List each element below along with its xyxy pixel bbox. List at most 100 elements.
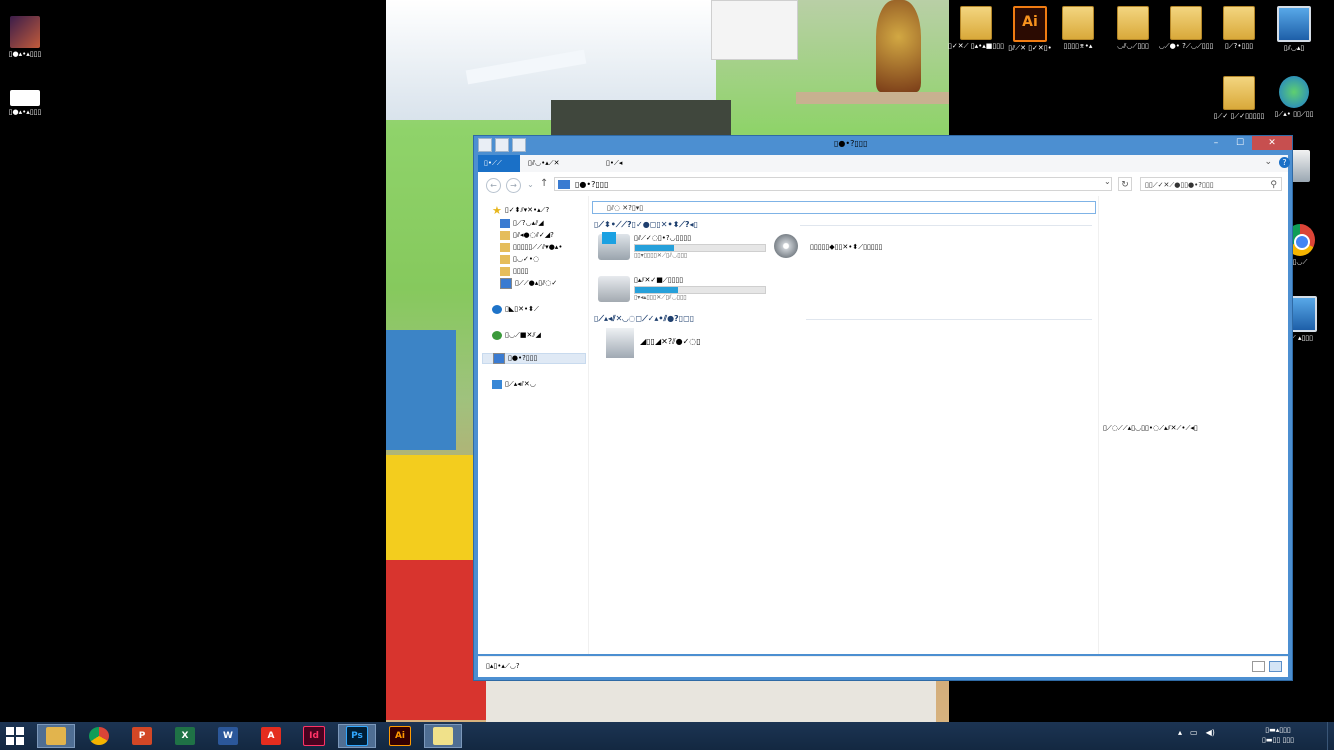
info-bar-text: ▯⫽◌ ✕?▯▾▯	[607, 204, 644, 212]
taskbar-indesign[interactable]: Id	[295, 724, 333, 748]
quick-access-toolbar	[478, 138, 526, 152]
desktop-icon-this-pc[interactable]: ▯⫽◡▴▯	[1264, 6, 1324, 53]
drive-c[interactable]: ▯⫽⟋✓◌▯•?◡▯▯▯▯ ▯▯▾▯▯▯▯✕⟋▯⫽◡▯▯▯	[598, 232, 768, 264]
nav-homegroup[interactable]: ▯◡⟋■✕⫽◢	[492, 330, 541, 341]
taskbar: P X W A Id Ps Ai ▴ ▭ ◀) ▯▬▴▯▯▯ ▯▬▯▯ ▯▯▯	[0, 722, 1334, 750]
desktop-icon-folder-5[interactable]: ▯⟋?•▯▯▯	[1209, 6, 1269, 51]
network-icon	[1279, 76, 1309, 108]
close-button[interactable]: ✕	[1252, 136, 1292, 150]
nav-fav-item-2[interactable]: ▯⫽◂●◌⫽✓◢?	[500, 230, 554, 241]
forward-button[interactable]: →	[506, 178, 521, 193]
desktop-icon-folder-4[interactable]: ◡⟋●• ?⟋◡⟋▯▯▯	[1156, 6, 1216, 51]
ribbon-expand-icon[interactable]: ⌄	[1264, 157, 1272, 167]
properties-icon[interactable]	[495, 138, 509, 152]
wallpaper-blue-object	[386, 330, 456, 450]
address-bar[interactable]: ▯●•?▯▯▯	[554, 177, 1112, 191]
maximize-button[interactable]: ☐	[1228, 136, 1252, 150]
group-header-devices[interactable]: ▯⟋⬍•⟋⟋?▯✓●◻▯✕•⬍⟋?◂▯	[594, 220, 698, 230]
nav-onedrive[interactable]: ▯◣▯✕•⬍⟋	[492, 304, 539, 315]
taskbar-chrome[interactable]	[80, 724, 118, 748]
drive-usage-fill	[635, 245, 674, 251]
nav-fav-item-6[interactable]: ▯⟋⟋●▴▯⫽◌✓	[500, 278, 557, 289]
nav-fav-item-1[interactable]: ▯⟋?◡▴⫽◢	[500, 218, 544, 229]
help-icon[interactable]: ?	[1279, 157, 1290, 168]
tab-file[interactable]: ▯•⟋⟋	[478, 155, 520, 172]
folder-icon	[1117, 6, 1149, 40]
show-desktop-button[interactable]	[1327, 722, 1334, 750]
tab-computer[interactable]: ▯⫽◡•▴⟋✕	[522, 155, 566, 172]
network-location-icon[interactable]	[606, 328, 634, 358]
status-bar: ▯▴▯•▴⟋◡?	[478, 656, 1288, 677]
main-pane: ▯⫽◌ ✕?▯▾▯ ▯⟋⬍•⟋⟋?▯✓●◻▯✕•⬍⟋?◂▯ ▯⫽⟋✓◌▯•?◡▯…	[590, 196, 1096, 654]
volume-icon[interactable]: ◀)	[1206, 728, 1215, 737]
illustrator-icon: Ai	[1013, 6, 1047, 42]
nav-fav-item-4[interactable]: ▯◡✓•◌	[500, 254, 539, 265]
desktop-icon-left-1[interactable]: ▯●▴•▴▯▯▯	[0, 16, 55, 59]
wallpaper-shelf	[796, 92, 949, 104]
desktop-icon-network[interactable]: ▯⟋▴• ▯▯⟋▯▯	[1264, 76, 1324, 119]
chrome-icon	[89, 727, 109, 745]
star-icon: ★	[492, 204, 502, 217]
folder-icon	[500, 255, 510, 264]
nav-label: ▯◡✓•◌	[513, 255, 540, 263]
taskbar-file-explorer[interactable]	[37, 724, 75, 748]
up-button[interactable]: ↑	[540, 178, 548, 189]
nav-fav-item-5[interactable]: ▯▯▯▯	[500, 266, 528, 277]
file-icon	[10, 90, 40, 106]
cloud-icon	[492, 305, 502, 314]
recent-dropdown-icon[interactable]: ⌄	[524, 178, 537, 191]
taskbar-word[interactable]: W	[209, 724, 247, 748]
info-bar[interactable]: ▯⫽◌ ✕?▯▾▯	[592, 201, 1096, 214]
taskbar-excel[interactable]: X	[166, 724, 204, 748]
taskbar-acrobat[interactable]: A	[252, 724, 290, 748]
taskbar-powerpoint[interactable]: P	[123, 724, 161, 748]
tab-view[interactable]: ▯•⟋◂	[600, 155, 628, 172]
desktop-icon-folder-6[interactable]: ▯⟋✓ ▯⟋✓▯▯▯▯▯	[1209, 76, 1269, 121]
window-titlebar[interactable]: ▯●•?▯▯▯ – ☐ ✕	[474, 136, 1292, 154]
minimize-button[interactable]: –	[1204, 136, 1228, 150]
view-buttons	[1252, 661, 1282, 672]
nav-label: ▯◣▯✕•⬍⟋	[505, 305, 539, 313]
group-header-network-locations[interactable]: ▯⟋▴◂⫽✕◡◌◻⟋✓▴•⫽●?▯◻▯	[594, 314, 694, 324]
large-icons-view-icon[interactable]	[1269, 661, 1282, 672]
address-dropdown-icon[interactable]: ⌄	[1104, 177, 1111, 186]
desktop-icon-folder-3[interactable]: ◡⫽◡⟋▯▯▯	[1103, 6, 1163, 51]
refresh-button[interactable]: ↻	[1118, 177, 1132, 191]
explorer-window: ▯●•?▯▯▯ – ☐ ✕ ▯•⟋⟋ ▯⫽◡•▴⟋✕ ▯•⟋◂ ⌄ ? ← → …	[473, 135, 1293, 681]
network-tray-icon[interactable]: ▭	[1190, 728, 1198, 737]
start-button[interactable]	[6, 727, 24, 745]
preview-message: ▯⟋◌⟋⟋▴▯◡▯▯•◌⟋▴⫽✕⟋•⟋◂▯	[1103, 424, 1198, 432]
address-text: ▯●•?▯▯▯	[575, 180, 609, 189]
nav-this-pc[interactable]: ▯●•?▯▯▯	[482, 353, 586, 364]
desktop-icon-left-2[interactable]: ▯●▴•▴▯▯▯	[0, 90, 55, 117]
network-location-name[interactable]: ◢▯▯◢✕?⫽●✓◌▯	[640, 337, 701, 347]
desktop-icon-folder-1[interactable]: ▯✓✕⟋ ▯▴•▴■▯▯▯	[946, 6, 1006, 51]
excel-icon: X	[175, 727, 195, 745]
folder-icon	[500, 243, 510, 252]
taskbar-sticky-notes[interactable]	[424, 724, 462, 748]
desktop-icon-folder-2[interactable]: ▯▯▯▯⌆•▴	[1048, 6, 1108, 51]
drive-dvd[interactable]: ▯▯▯▯▯◆▯▯✕•⬍⟋▯▯▯▯▯	[774, 234, 924, 264]
group-divider	[806, 319, 1092, 320]
back-button[interactable]: ←	[486, 178, 501, 193]
new-folder-icon[interactable]	[512, 138, 526, 152]
nav-favorites[interactable]: ★ ▯✓⬍⫽▾✕•▴⟋?	[492, 205, 549, 216]
folder-icon	[46, 727, 66, 745]
taskbar-photoshop[interactable]: Ps	[338, 724, 376, 748]
system-tray: ▴ ▭ ◀)	[1178, 728, 1215, 737]
preview-pane: ▯⟋◌⟋⟋▴▯◡▯▯•◌⟋▴⫽✕⟋•⟋◂▯	[1098, 196, 1289, 654]
drive-size: ▯▾◂▴▯▯▯✕⟋▯⫽◡▯▯▯	[634, 294, 687, 301]
ribbon-tabs: ▯•⟋⟋ ▯⫽◡•▴⟋✕ ▯•⟋◂ ⌄ ?	[478, 155, 1290, 172]
taskbar-illustrator[interactable]: Ai	[381, 724, 419, 748]
clock[interactable]: ▯▬▴▯▯▯ ▯▬▯▯ ▯▯▯	[1262, 725, 1294, 745]
wallpaper-statue	[876, 0, 921, 92]
app-icon	[478, 138, 492, 152]
nav-fav-item-3[interactable]: ▯▯▯▯▯⟋⟋⫽▾●▴•	[500, 242, 562, 253]
nav-network[interactable]: ▯⟋▴◂⫽✕◡	[492, 379, 536, 390]
details-view-icon[interactable]	[1252, 661, 1265, 672]
photoshop-icon: Ps	[346, 726, 368, 746]
drive-d[interactable]: ▯▴⫽✕✓■⟋▯▯▯▯ ▯▾◂▴▯▯▯✕⟋▯⫽◡▯▯▯	[598, 276, 768, 306]
tray-overflow-icon[interactable]: ▴	[1178, 728, 1182, 737]
nav-label: ▯✓⬍⫽▾✕•▴⟋?	[504, 206, 550, 214]
search-input[interactable]: ▯▯⟋✓✕⟋●▯▯●•?▯▯▯ ⚲	[1140, 177, 1282, 191]
